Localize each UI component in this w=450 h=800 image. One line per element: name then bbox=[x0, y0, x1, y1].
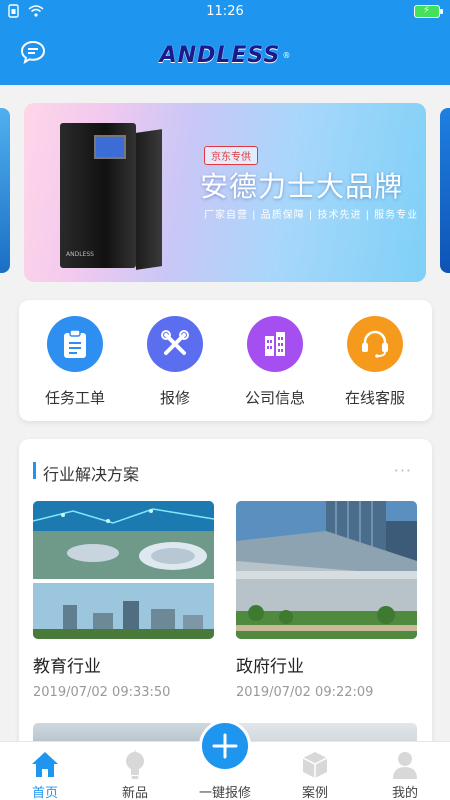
plus-icon bbox=[212, 733, 238, 759]
nav-label: 案例 bbox=[301, 786, 328, 800]
battery-icon: ⚡ bbox=[414, 5, 443, 18]
quick-action-online-service[interactable]: 在线客服 bbox=[325, 316, 425, 408]
industry-name[interactable]: 教育行业 bbox=[33, 652, 101, 677]
industry-solutions-card: 行业解决方案 ··· 教育行业 2019/07/02 09:33:50 政府行业… bbox=[19, 439, 432, 759]
more-icon[interactable]: ··· bbox=[394, 461, 412, 480]
status-time: 11:26 bbox=[206, 4, 244, 19]
nav-label: 新品 bbox=[121, 786, 148, 800]
ups-product-side bbox=[136, 129, 162, 270]
quick-action-label: 报修 bbox=[159, 389, 190, 407]
building-icon bbox=[247, 316, 303, 372]
banner-next-slide[interactable] bbox=[440, 108, 450, 273]
lightbulb-icon bbox=[126, 750, 144, 779]
quick-action-label: 任务工单 bbox=[44, 389, 105, 407]
cube-icon bbox=[302, 752, 328, 778]
nav-item-mine[interactable]: 我的 bbox=[370, 742, 440, 800]
brand-logo-text: ANDLESS bbox=[159, 42, 281, 68]
brand-logo: ANDLESS ® bbox=[150, 40, 300, 70]
message-icon[interactable] bbox=[20, 40, 46, 64]
headset-icon bbox=[347, 316, 403, 372]
status-bar: 11:26 ⚡ bbox=[0, 0, 450, 24]
industry-name[interactable]: 政府行业 bbox=[236, 652, 304, 677]
banner-title: 安德力士大品牌 bbox=[200, 170, 404, 203]
quick-repair-fab[interactable] bbox=[199, 720, 251, 772]
industry-image-government[interactable] bbox=[236, 501, 417, 639]
tools-icon bbox=[147, 316, 203, 372]
ups-product-image: ANDLESS bbox=[60, 123, 136, 268]
clipboard-icon bbox=[47, 316, 103, 372]
quick-action-label: 在线客服 bbox=[344, 389, 405, 407]
quick-action-company-info[interactable]: 公司信息 bbox=[225, 316, 325, 408]
section-accent-bar bbox=[33, 462, 36, 479]
nav-label: 首页 bbox=[31, 786, 58, 800]
home-icon bbox=[32, 752, 58, 777]
ups-label: ANDLESS bbox=[66, 251, 94, 258]
quick-actions-card: 任务工单 报修 公司信息 在线客服 bbox=[19, 300, 432, 421]
promo-banner[interactable]: ANDLESS 京东专供 安德力士大品牌 厂家自营 | 品质保障 | 技术先进 … bbox=[24, 103, 426, 282]
industry-image-education[interactable] bbox=[33, 501, 214, 639]
industry-date: 2019/07/02 09:33:50 bbox=[33, 685, 171, 700]
user-icon bbox=[393, 752, 417, 779]
nav-item-new-products[interactable]: 新品 bbox=[100, 742, 170, 800]
nav-item-cases[interactable]: 案例 bbox=[280, 742, 350, 800]
nav-item-home[interactable]: 首页 bbox=[10, 742, 80, 800]
registered-mark: ® bbox=[282, 50, 291, 60]
quick-action-task-order[interactable]: 任务工单 bbox=[25, 316, 125, 408]
industry-date: 2019/07/02 09:22:09 bbox=[236, 685, 374, 700]
nav-label: 我的 bbox=[391, 786, 418, 800]
section-title: 行业解决方案 bbox=[43, 465, 140, 484]
quick-action-repair[interactable]: 报修 bbox=[125, 316, 225, 408]
app-header: 11:26 ⚡ ANDLESS ® bbox=[0, 0, 450, 85]
banner-subtitle: 厂家自营 | 品质保障 | 技术先进 | 服务专业 bbox=[204, 210, 419, 221]
nav-label: 一键报修 bbox=[198, 786, 251, 800]
quick-action-label: 公司信息 bbox=[244, 389, 305, 407]
ups-display bbox=[94, 135, 126, 159]
banner-badge: 京东专供 bbox=[204, 146, 258, 165]
banner-prev-slide[interactable] bbox=[0, 108, 10, 273]
